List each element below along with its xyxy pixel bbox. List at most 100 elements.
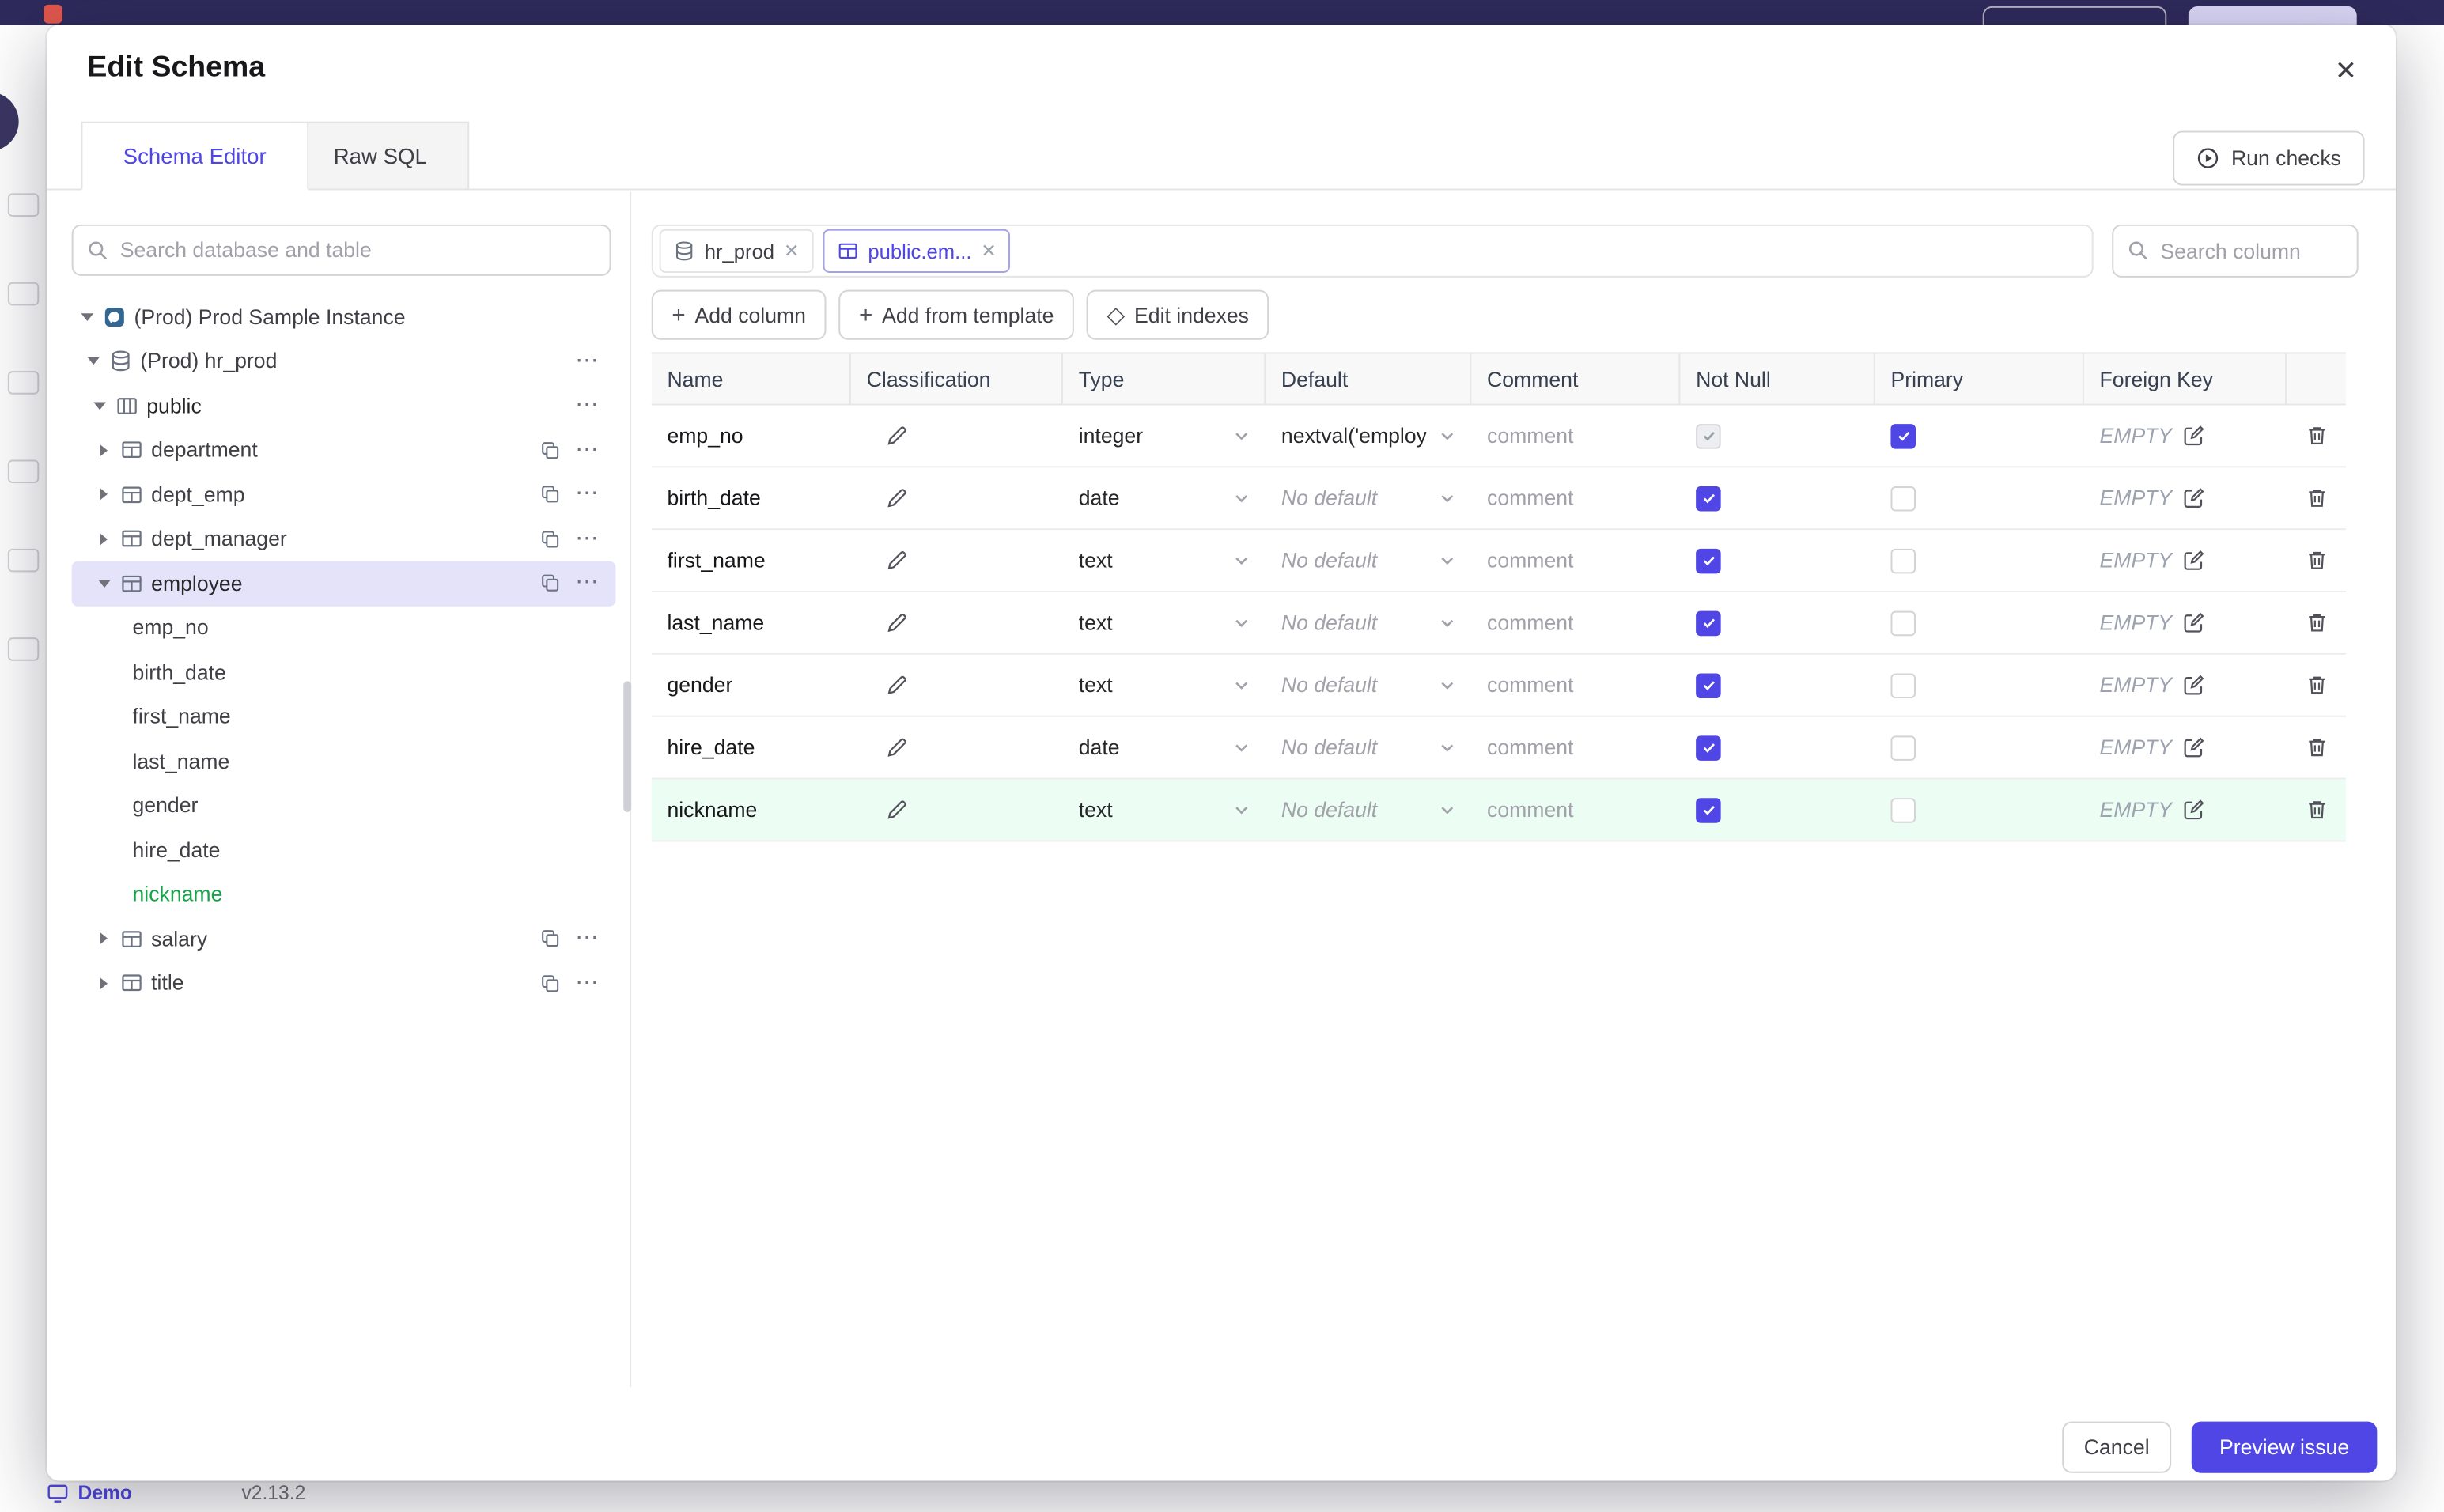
cell-default-select[interactable]: nextval('employ	[1266, 405, 1471, 466]
preview-issue-button[interactable]: Preview issue	[2191, 1421, 2378, 1473]
cell-comment-input[interactable]: comment	[1471, 405, 1680, 466]
primary-checkbox[interactable]	[1890, 423, 1916, 448]
copy-icon[interactable]	[539, 439, 562, 461]
cell-foreign-key[interactable]: EMPTY	[2084, 717, 2287, 778]
chevron-right-icon[interactable]	[92, 488, 115, 501]
not-null-checkbox[interactable]	[1696, 672, 1721, 698]
edit-icon[interactable]	[2181, 486, 2205, 510]
tree-item-salary[interactable]: salary ⋯	[72, 917, 616, 961]
cell-default-select[interactable]: No default	[1266, 592, 1471, 653]
close-icon[interactable]: ✕	[981, 240, 997, 263]
tab-schema-editor[interactable]: Schema Editor	[81, 121, 308, 191]
edit-indexes-button[interactable]: ◇ Edit indexes	[1086, 289, 1269, 340]
tree-column-nickname[interactable]: nickname	[72, 872, 616, 917]
tree-column-hire-date[interactable]: hire_date	[72, 828, 616, 872]
cell-foreign-key[interactable]: EMPTY	[2084, 405, 2287, 466]
primary-checkbox[interactable]	[1890, 735, 1916, 760]
cell-default-select[interactable]: No default	[1266, 717, 1471, 778]
primary-checkbox[interactable]	[1890, 797, 1916, 822]
cell-comment-input[interactable]: comment	[1471, 717, 1680, 778]
trash-icon[interactable]	[2305, 549, 2329, 573]
cell-foreign-key[interactable]: EMPTY	[2084, 467, 2287, 528]
demo-link[interactable]: Demo	[78, 1483, 132, 1505]
tree-item-employee[interactable]: employee ⋯	[71, 561, 616, 606]
cell-foreign-key[interactable]: EMPTY	[2084, 530, 2287, 591]
tree-column-first-name[interactable]: first_name	[72, 694, 616, 739]
tab-chip-hr-prod[interactable]: hr_prod ✕	[659, 229, 814, 273]
copy-icon[interactable]	[539, 573, 562, 595]
copy-icon[interactable]	[539, 528, 562, 550]
chevron-down-icon[interactable]	[75, 312, 99, 321]
search-database-input[interactable]	[71, 224, 611, 276]
scrollbar-thumb[interactable]	[623, 681, 632, 812]
trash-icon[interactable]	[2305, 798, 2329, 822]
cell-default-select[interactable]: No default	[1266, 530, 1471, 591]
add-column-button[interactable]: + Add column	[651, 289, 827, 340]
pencil-icon[interactable]	[885, 798, 909, 822]
run-checks-button[interactable]: Run checks	[2173, 130, 2365, 186]
primary-checkbox[interactable]	[1890, 610, 1916, 636]
cell-name[interactable]: birth_date	[652, 467, 851, 528]
tree-item-instance[interactable]: (Prod) Prod Sample Instance	[72, 295, 616, 339]
tree-column-birth-date[interactable]: birth_date	[72, 650, 616, 694]
cell-classification[interactable]	[851, 592, 1063, 653]
cell-comment-input[interactable]: comment	[1471, 467, 1680, 528]
cell-foreign-key[interactable]: EMPTY	[2084, 592, 2287, 653]
copy-icon[interactable]	[539, 928, 562, 950]
tree-item-title[interactable]: title ⋯	[72, 961, 616, 1005]
trash-icon[interactable]	[2305, 486, 2329, 510]
edit-icon[interactable]	[2181, 611, 2205, 635]
cell-classification[interactable]	[851, 655, 1063, 716]
more-icon[interactable]: ⋯	[575, 971, 600, 995]
not-null-checkbox[interactable]	[1696, 797, 1721, 822]
edit-icon[interactable]	[2181, 798, 2205, 822]
chevron-right-icon[interactable]	[92, 977, 115, 990]
cell-name[interactable]: first_name	[652, 530, 851, 591]
cell-type-select[interactable]: text	[1063, 592, 1266, 653]
cell-name[interactable]: last_name	[652, 592, 851, 653]
tree-item-dept-emp[interactable]: dept_emp ⋯	[72, 472, 616, 516]
cell-name[interactable]: gender	[652, 655, 851, 716]
trash-icon[interactable]	[2305, 735, 2329, 759]
copy-icon[interactable]	[539, 972, 562, 994]
more-icon[interactable]: ⋯	[575, 571, 600, 595]
cell-comment-input[interactable]: comment	[1471, 530, 1680, 591]
cell-name[interactable]: hire_date	[652, 717, 851, 778]
cell-default-select[interactable]: No default	[1266, 780, 1471, 841]
cell-foreign-key[interactable]: EMPTY	[2084, 655, 2287, 716]
pencil-icon[interactable]	[885, 424, 909, 448]
cell-comment-input[interactable]: comment	[1471, 655, 1680, 716]
cell-comment-input[interactable]: comment	[1471, 592, 1680, 653]
cell-type-select[interactable]: integer	[1063, 405, 1266, 466]
chevron-right-icon[interactable]	[92, 444, 115, 457]
cell-type-select[interactable]: date	[1063, 467, 1266, 528]
copy-icon[interactable]	[539, 484, 562, 506]
close-icon[interactable]: ✕	[2327, 53, 2364, 90]
cell-type-select[interactable]: text	[1063, 530, 1266, 591]
cell-classification[interactable]	[851, 780, 1063, 841]
more-icon[interactable]: ⋯	[575, 482, 600, 506]
cell-default-select[interactable]: No default	[1266, 467, 1471, 528]
not-null-checkbox[interactable]	[1696, 610, 1721, 636]
trash-icon[interactable]	[2305, 611, 2329, 635]
pencil-icon[interactable]	[885, 549, 909, 573]
cell-classification[interactable]	[851, 717, 1063, 778]
tree-column-last-name[interactable]: last_name	[72, 739, 616, 783]
cell-comment-input[interactable]: comment	[1471, 780, 1680, 841]
chevron-right-icon[interactable]	[92, 932, 115, 945]
pencil-icon[interactable]	[885, 611, 909, 635]
tree-item-hr-prod[interactable]: (Prod) hr_prod ⋯	[72, 339, 616, 384]
cell-name[interactable]: emp_no	[652, 405, 851, 466]
more-icon[interactable]: ⋯	[575, 349, 600, 372]
cell-classification[interactable]	[851, 530, 1063, 591]
tree-item-department[interactable]: department ⋯	[72, 428, 616, 472]
chevron-right-icon[interactable]	[92, 532, 115, 546]
tab-chip-public-employee[interactable]: public.em... ✕	[823, 229, 1011, 273]
not-null-checkbox[interactable]	[1696, 735, 1721, 760]
more-icon[interactable]: ⋯	[575, 393, 600, 417]
tree-item-public-schema[interactable]: public ⋯	[72, 384, 616, 428]
more-icon[interactable]: ⋯	[575, 926, 600, 950]
cell-classification[interactable]	[851, 405, 1063, 466]
edit-icon[interactable]	[2181, 674, 2205, 697]
cell-type-select[interactable]: text	[1063, 780, 1266, 841]
